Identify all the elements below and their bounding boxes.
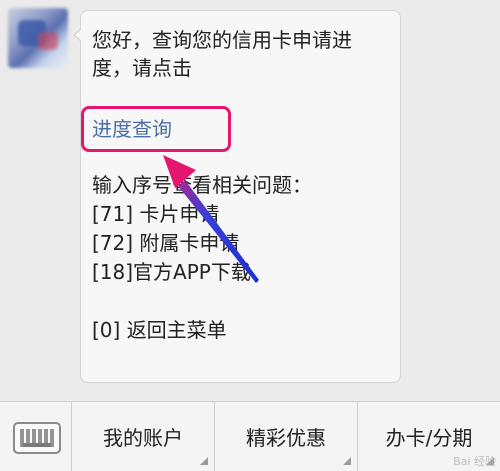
chat-area: 您好，查询您的信用卡申请进 度，请点击 进度查询 输入序号查看相关问题： [71… xyxy=(0,0,500,400)
menu-card-installment-label: 办卡/分期 xyxy=(385,426,473,450)
keyboard-toggle-button[interactable] xyxy=(0,402,72,471)
menu-prompt: 输入序号查看相关问题： xyxy=(92,173,312,197)
menu-my-account-button[interactable]: 我的账户 xyxy=(72,402,215,471)
menu-my-account-label: 我的账户 xyxy=(103,426,183,450)
menu-offers-label: 精彩优惠 xyxy=(246,426,326,450)
submenu-indicator-icon xyxy=(343,457,351,465)
option-71: [71] 卡片申请 xyxy=(92,202,220,226)
highlight-box xyxy=(81,106,231,152)
watermark: Bai 经验 xyxy=(453,455,496,468)
keyboard-icon xyxy=(13,422,61,454)
message-line-1: 您好，查询您的信用卡申请进 xyxy=(92,28,352,52)
message-line-2: 度，请点击 xyxy=(92,56,192,80)
bubble-tail-inner xyxy=(75,29,82,41)
menu-offers-button[interactable]: 精彩优惠 xyxy=(215,402,358,471)
option-0-back: [0] 返回主菜单 xyxy=(92,318,227,342)
avatar[interactable] xyxy=(8,8,68,68)
option-72: [72] 附属卡申请 xyxy=(92,231,240,255)
bottom-menu-bar: 我的账户 精彩优惠 办卡/分期 xyxy=(0,401,500,471)
option-18: [18]官方APP下载 xyxy=(92,260,251,284)
submenu-indicator-icon xyxy=(200,457,208,465)
